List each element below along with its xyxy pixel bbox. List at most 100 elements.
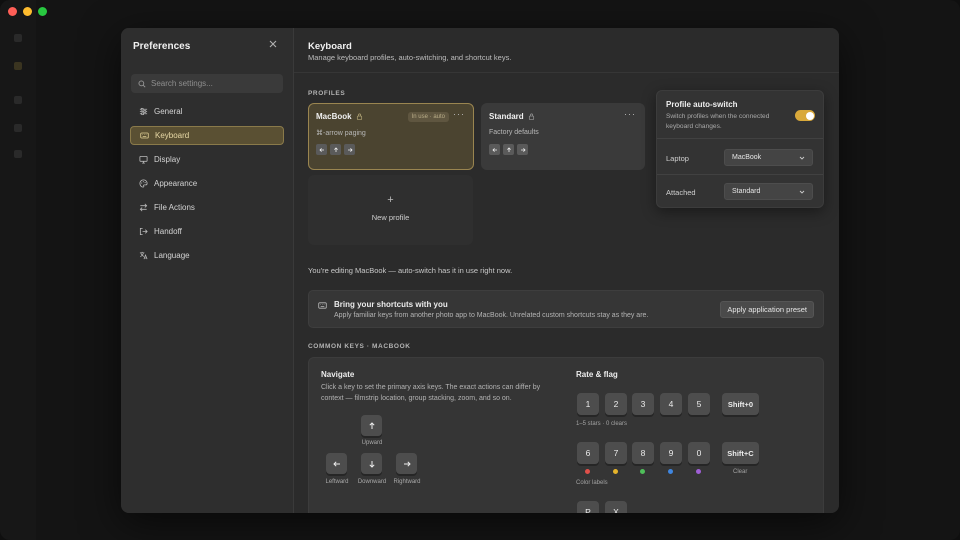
common-keys-section-label: COMMON KEYS · MACBOOK xyxy=(308,343,411,350)
new-profile-label: New profile xyxy=(371,213,410,222)
arrow-up-icon xyxy=(368,421,375,429)
arrow-left-icon xyxy=(489,144,500,155)
arrow-up-icon xyxy=(330,144,341,155)
rate-key-5[interactable]: 5 xyxy=(688,393,710,415)
flag-pick-key[interactable]: P xyxy=(577,501,599,513)
profile-description: Factory defaults xyxy=(489,129,539,136)
sidebar-item-file-actions[interactable]: File Actions xyxy=(130,198,284,217)
auto-switch-toggle[interactable] xyxy=(795,110,815,121)
attached-profile-select[interactable]: Standard xyxy=(724,183,813,200)
editing-status-text: You're editing MacBook — auto-switch has… xyxy=(308,266,513,275)
new-profile-button[interactable]: + New profile xyxy=(308,175,473,245)
clear-color-key[interactable]: Shift+C xyxy=(722,442,759,464)
rightward-label: Rightward xyxy=(393,479,421,485)
flag-reject-key[interactable]: X xyxy=(605,501,627,513)
zoom-window-button[interactable] xyxy=(38,7,47,16)
window-controls xyxy=(8,7,47,16)
profile-name: MacBook xyxy=(316,112,363,121)
profile-card-macbook[interactable]: MacBook In use · auto ··· ⌘-arrow paging xyxy=(308,103,474,170)
blue-label-dot xyxy=(668,469,673,474)
sidebar-item-language[interactable]: Language xyxy=(130,246,284,265)
banner-title: Bring your shortcuts with you xyxy=(334,300,448,309)
common-keys-panel: Navigate Click a key to set the primary … xyxy=(308,357,824,513)
color-labels-note: Color labels xyxy=(576,480,608,486)
page-subtitle: Manage keyboard profiles, auto-switching… xyxy=(308,53,512,62)
close-icon[interactable] xyxy=(267,39,279,51)
divider xyxy=(657,174,823,175)
profile-key-preview xyxy=(489,144,528,155)
sidebar-nav: General Keyboard Display Appearance File… xyxy=(130,102,284,270)
auto-switch-description: Switch profiles when the connected keybo… xyxy=(666,113,770,130)
background-sidebar xyxy=(0,0,36,540)
sidebar-item-general[interactable]: General xyxy=(130,102,284,121)
rate-key-4[interactable]: 4 xyxy=(660,393,682,415)
clear-rating-key[interactable]: Shift+0 xyxy=(722,393,759,415)
profile-name: Standard xyxy=(489,112,535,121)
preset-banner: Bring your shortcuts with you Apply fami… xyxy=(308,290,824,328)
app-window: Preferences General Keyboard D xyxy=(0,0,960,540)
keyboard-icon xyxy=(139,131,149,141)
profile-card-standard[interactable]: Standard ··· Factory defaults xyxy=(481,103,645,170)
color-key-8[interactable]: 8 xyxy=(632,442,654,464)
more-options-icon[interactable]: ··· xyxy=(624,109,636,119)
color-key-6[interactable]: 6 xyxy=(577,442,599,464)
export-icon xyxy=(138,227,148,237)
monitor-icon xyxy=(138,155,148,165)
profile-description: ⌘-arrow paging xyxy=(316,130,366,137)
sidebar-item-label: Appearance xyxy=(154,179,198,188)
rightward-key[interactable] xyxy=(396,453,417,474)
yellow-label-dot xyxy=(613,469,618,474)
sidebar-item-display[interactable]: Display xyxy=(130,150,284,169)
rate-key-2[interactable]: 2 xyxy=(605,393,627,415)
sidebar-item-keyboard[interactable]: Keyboard xyxy=(130,126,284,145)
background-icon xyxy=(14,124,22,132)
arrow-right-icon xyxy=(344,144,355,155)
more-options-icon[interactable]: ··· xyxy=(453,109,465,119)
background-icon xyxy=(14,34,22,42)
arrow-down-icon xyxy=(368,460,375,468)
attached-label: Attached xyxy=(666,188,696,197)
color-key-9[interactable]: 9 xyxy=(660,442,682,464)
sidebar-item-label: Keyboard xyxy=(155,131,190,140)
profile-key-preview xyxy=(316,144,355,155)
sidebar-item-appearance[interactable]: Appearance xyxy=(130,174,284,193)
arrow-up-icon xyxy=(503,144,514,155)
page-title: Keyboard xyxy=(308,41,352,52)
arrow-left-icon xyxy=(316,144,327,155)
rate-key-3[interactable]: 3 xyxy=(632,393,654,415)
red-label-dot xyxy=(585,469,590,474)
sidebar-item-label: Language xyxy=(154,251,190,260)
color-key-0[interactable]: 0 xyxy=(688,442,710,464)
sidebar-item-label: Handoff xyxy=(154,227,182,236)
apply-preset-button[interactable]: Apply application preset xyxy=(720,301,814,318)
background-icon xyxy=(14,96,22,104)
keyboard-icon xyxy=(318,302,327,309)
rate-flag-title: Rate & flag xyxy=(576,370,618,379)
arrows-swap-icon xyxy=(138,203,148,213)
profiles-section-label: PROFILES xyxy=(308,90,346,97)
arrow-left-icon xyxy=(332,460,340,467)
search-field[interactable] xyxy=(131,74,283,93)
laptop-profile-select[interactable]: MacBook xyxy=(724,149,813,166)
leftward-key[interactable] xyxy=(326,453,347,474)
arrow-right-icon xyxy=(403,460,411,467)
sidebar-item-handoff[interactable]: Handoff xyxy=(130,222,284,241)
navigate-title: Navigate xyxy=(321,370,355,379)
sliders-icon xyxy=(138,107,148,117)
color-key-7[interactable]: 7 xyxy=(605,442,627,464)
close-window-button[interactable] xyxy=(8,7,17,16)
search-icon xyxy=(138,80,146,88)
upward-key[interactable] xyxy=(361,415,382,436)
palette-icon xyxy=(138,179,148,189)
clear-label: Clear xyxy=(733,469,748,475)
search-input[interactable] xyxy=(151,79,281,88)
background-icon xyxy=(14,62,22,70)
downward-key[interactable] xyxy=(361,453,382,474)
header-divider xyxy=(294,72,839,73)
rate-key-1[interactable]: 1 xyxy=(577,393,599,415)
preferences-sidebar: Preferences General Keyboard D xyxy=(121,28,294,513)
sidebar-item-label: Display xyxy=(154,155,181,164)
laptop-label: Laptop xyxy=(666,154,689,163)
lock-icon xyxy=(356,113,362,120)
minimize-window-button[interactable] xyxy=(23,7,32,16)
